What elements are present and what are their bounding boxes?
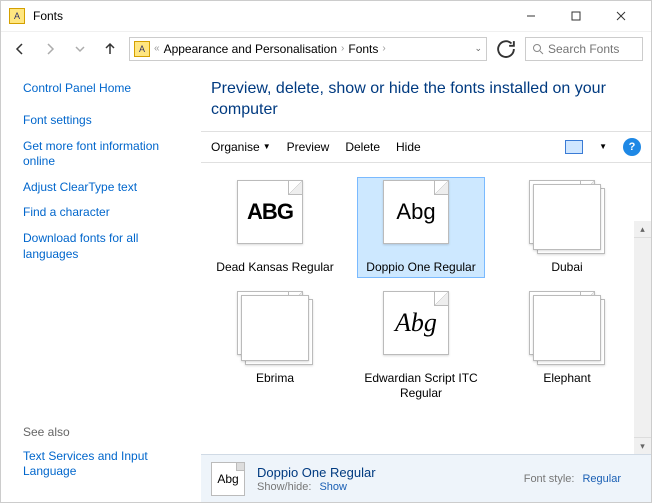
back-button[interactable] — [9, 38, 31, 60]
hide-button[interactable]: Hide — [396, 140, 421, 154]
location-icon: A — [134, 41, 150, 57]
breadcrumb-appearance[interactable]: Appearance and Personalisation — [164, 42, 337, 56]
font-sample: Abg — [395, 308, 437, 338]
task-cleartype[interactable]: Adjust ClearType text — [23, 180, 189, 196]
help-button[interactable]: ? — [623, 138, 641, 156]
font-label: Dubai — [551, 260, 582, 275]
organise-menu[interactable]: Organise▼ — [211, 140, 271, 154]
main-panel: Preview, delete, show or hide the fonts … — [201, 65, 651, 502]
task-font-settings[interactable]: Font settings — [23, 113, 189, 129]
app-icon: A — [9, 8, 25, 24]
details-font-name: Doppio One Regular — [257, 465, 376, 480]
window-title: Fonts — [33, 9, 508, 23]
up-button[interactable] — [99, 38, 121, 60]
font-item[interactable]: Abg Edwardian Script ITC Regular — [357, 288, 485, 404]
view-options-button[interactable] — [565, 140, 583, 154]
font-item[interactable]: ABG Dead Kansas Regular — [211, 177, 339, 278]
font-thumbnail: Abg — [383, 180, 459, 254]
address-bar[interactable]: A « Appearance and Personalisation › Fon… — [129, 37, 487, 61]
font-sample: Abg — [542, 310, 581, 336]
font-thumbnail: ABG — [237, 180, 313, 254]
see-also-label: See also — [23, 425, 189, 439]
font-sample: أب ج — [541, 199, 583, 224]
details-pane: Abg Doppio One Regular Show/hide: Show F… — [201, 454, 651, 502]
scrollbar[interactable]: ▴ ▾ — [634, 221, 651, 454]
preview-button[interactable]: Preview — [287, 140, 330, 154]
view-dropdown[interactable]: ▼ — [599, 142, 607, 151]
font-item[interactable]: Abg Doppio One Regular — [357, 177, 485, 278]
font-sample: Abg — [396, 199, 435, 225]
address-dropdown[interactable]: ⌄ — [474, 43, 482, 54]
page-heading: Preview, delete, show or hide the fonts … — [201, 65, 651, 131]
breadcrumb-fonts[interactable]: Fonts — [348, 42, 378, 56]
details-showhide-value[interactable]: Show — [319, 481, 347, 493]
font-thumbnail: Abg — [383, 291, 459, 365]
scroll-up-icon[interactable]: ▴ — [634, 221, 651, 238]
search-icon — [532, 43, 544, 55]
font-sample: Abg — [250, 310, 289, 336]
task-more-info[interactable]: Get more font information online — [23, 139, 189, 170]
task-download-fonts[interactable]: Download fonts for all languages — [23, 231, 189, 262]
details-style-label: Font style: — [524, 473, 575, 485]
maximize-button[interactable] — [553, 2, 598, 30]
title-bar: A Fonts — [1, 1, 651, 31]
toolbar: Organise▼ Preview Delete Hide ▼ ? — [201, 131, 651, 163]
font-sample: ABG — [247, 199, 293, 225]
font-grid: ABG Dead Kansas Regular Abg Doppio One Regu… — [201, 163, 651, 454]
close-button[interactable] — [598, 2, 643, 30]
chevron-icon: › — [382, 43, 385, 54]
font-item[interactable]: Abg Ebrima — [211, 288, 339, 404]
font-label: Ebrima — [256, 371, 294, 386]
task-find-character[interactable]: Find a character — [23, 205, 189, 221]
search-box[interactable] — [525, 37, 643, 61]
refresh-button[interactable] — [495, 38, 517, 60]
chevron-icon: « — [154, 43, 160, 54]
font-thumbnail: Abg — [529, 291, 605, 365]
font-label: Elephant — [543, 371, 590, 386]
font-thumbnail: أب ج — [529, 180, 605, 254]
chevron-icon: › — [341, 43, 344, 54]
delete-button[interactable]: Delete — [345, 140, 380, 154]
font-label: Edwardian Script ITC Regular — [360, 371, 482, 401]
font-label: Dead Kansas Regular — [216, 260, 333, 275]
minimize-button[interactable] — [508, 2, 553, 30]
nav-bar: A « Appearance and Personalisation › Fon… — [1, 31, 651, 65]
font-item[interactable]: أب ج Dubai — [503, 177, 631, 278]
see-also-text-services[interactable]: Text Services and Input Language — [23, 449, 189, 480]
font-label: Doppio One Regular — [366, 260, 475, 275]
font-thumbnail: Abg — [237, 291, 313, 365]
sidebar: Control Panel Home Font settings Get mor… — [1, 65, 201, 502]
forward-button[interactable] — [39, 38, 61, 60]
search-input[interactable] — [548, 42, 636, 56]
details-showhide-label: Show/hide: — [257, 481, 311, 493]
details-style-value: Regular — [582, 473, 621, 485]
details-thumbnail: Abg — [211, 462, 245, 496]
scroll-down-icon[interactable]: ▾ — [634, 437, 651, 454]
recent-dropdown[interactable] — [69, 38, 91, 60]
font-item[interactable]: Abg Elephant — [503, 288, 631, 404]
control-panel-home-link[interactable]: Control Panel Home — [23, 81, 189, 95]
